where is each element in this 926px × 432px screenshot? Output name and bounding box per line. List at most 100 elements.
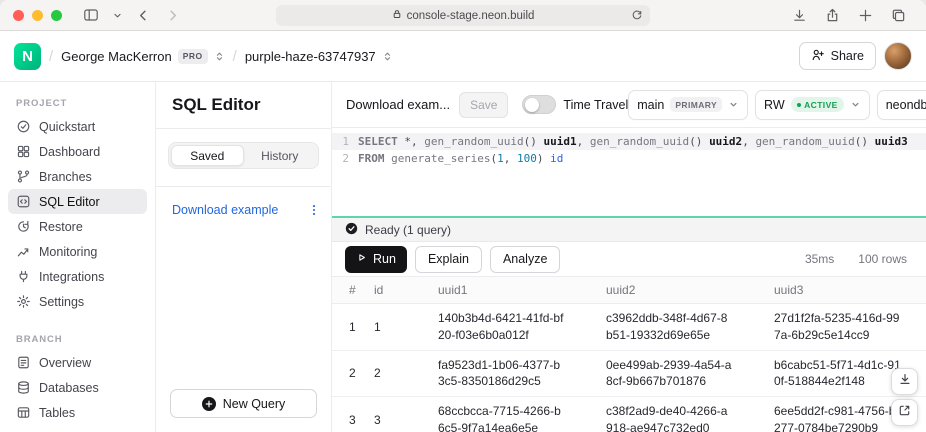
time-travel-toggle[interactable]	[522, 95, 556, 114]
sidebar-item-branches[interactable]: Branches	[8, 164, 147, 189]
page-title: SQL Editor	[156, 82, 331, 129]
chevron-down-icon	[850, 99, 861, 110]
chrome-actions	[785, 8, 913, 23]
chevron-down-icon[interactable]	[113, 11, 122, 20]
table-cell: 0ee499ab-2939-4a54-a8cf-9b667b701876	[598, 350, 766, 397]
overview-icon	[16, 355, 31, 370]
table-cell: 3	[332, 397, 366, 432]
sidebar-item-tables[interactable]: Tables	[8, 400, 147, 425]
sidebar-item-overview[interactable]: Overview	[8, 350, 147, 375]
table-cell: 3	[366, 397, 430, 432]
sql-code-editor[interactable]: 1SELECT *, gen_random_uuid() uuid1, gen_…	[332, 128, 926, 216]
sidebar-item-dashboard[interactable]: Dashboard	[8, 139, 147, 164]
code-line[interactable]: 2FROM generate_series(1, 100) id	[332, 150, 926, 167]
toggle-knob	[525, 98, 539, 112]
table-cell: 1	[366, 304, 430, 351]
tab-saved[interactable]: Saved	[171, 145, 244, 166]
project-switcher[interactable]: purple-haze-63747937	[245, 49, 393, 64]
browser-chrome: console-stage.neon.build	[0, 0, 926, 31]
browser-window: console-stage.neon.build N / George MacK…	[0, 0, 926, 432]
open-in-new-button[interactable]	[891, 399, 918, 426]
database-select[interactable]: neondb	[877, 90, 926, 120]
explain-button[interactable]: Explain	[415, 246, 482, 273]
saved-queries-list: Download example	[156, 187, 331, 389]
zoom-window-button[interactable]	[51, 10, 62, 21]
refresh-icon[interactable]	[631, 9, 643, 24]
lock-icon	[392, 9, 402, 22]
table-cell: 1	[332, 304, 366, 351]
databases-icon	[16, 380, 31, 395]
new-query-button[interactable]: New Query	[170, 389, 317, 418]
share-button[interactable]: Share	[799, 42, 876, 70]
code-text: SELECT *, gen_random_uuid() uuid1, gen_r…	[358, 133, 908, 150]
column-header--: #	[332, 277, 366, 304]
table-row: 22fa9523d1-1b06-4377-b3c5-8350186d29c50e…	[332, 350, 926, 397]
sidebar-item-restore[interactable]: Restore	[8, 214, 147, 239]
table-cell: c38f2ad9-de40-4266-a918-ae947c732ed0	[598, 397, 766, 432]
sidebar-toggle-icon[interactable]	[83, 7, 99, 23]
branch-select[interactable]: main PRIMARY	[628, 90, 748, 120]
context-selects: main PRIMARY RW ACTIVE neondb	[628, 90, 926, 120]
plus-icon[interactable]	[858, 8, 873, 23]
kebab-menu-icon[interactable]	[307, 203, 321, 217]
sidebar-item-databases[interactable]: Databases	[8, 375, 147, 400]
play-icon	[356, 252, 367, 266]
code-line[interactable]: 1SELECT *, gen_random_uuid() uuid1, gen_…	[332, 133, 926, 150]
column-header-id: id	[366, 277, 430, 304]
settings-icon	[16, 294, 31, 309]
forward-icon[interactable]	[165, 8, 180, 23]
address-bar[interactable]: console-stage.neon.build	[276, 5, 650, 26]
active-badge: ACTIVE	[791, 97, 844, 112]
sidebar-item-monitoring[interactable]: Monitoring	[8, 239, 147, 264]
dashboard-icon	[16, 144, 31, 159]
table-cell: 68ccbcca-7715-4266-b6c5-9f7a14ea6e5e	[430, 397, 598, 432]
line-number: 2	[332, 150, 358, 167]
back-icon[interactable]	[136, 8, 151, 23]
table-cell: 2	[332, 350, 366, 397]
status-bar: Ready (1 query)	[332, 218, 926, 242]
table-row: 11140b3b4d-6421-41fd-bf20-f03e6b0a012fc3…	[332, 304, 926, 351]
sidebar-item-roles[interactable]: Roles	[8, 425, 147, 432]
tab-history[interactable]: History	[244, 145, 317, 166]
sidebar-item-quickstart[interactable]: Quickstart	[8, 114, 147, 139]
status-dot	[797, 103, 801, 107]
sidebar-item-label: Branches	[39, 170, 92, 184]
save-button[interactable]: Save	[459, 92, 508, 118]
tabs-icon[interactable]	[891, 8, 906, 23]
open-in-new-icon	[898, 404, 911, 422]
saved-query-name: Download example	[172, 203, 278, 217]
sidebar-item-label: Dashboard	[39, 145, 100, 159]
results-table: #iduuid1uuid2uuid3 11140b3b4d-6421-41fd-…	[332, 277, 926, 432]
results-header-row: #iduuid1uuid2uuid3	[332, 277, 926, 304]
sidebar-item-sql-editor[interactable]: SQL Editor	[8, 189, 147, 214]
pro-badge: PRO	[178, 49, 208, 64]
avatar[interactable]	[884, 42, 912, 70]
org-name: George MacKerron	[61, 49, 172, 64]
app-body: PROJECTQuickstartDashboardBranchesSQL Ed…	[0, 82, 926, 432]
download-icon[interactable]	[792, 8, 807, 23]
download-results-button[interactable]	[891, 368, 918, 395]
sidebar-item-label: Monitoring	[39, 245, 97, 259]
table-cell: 2	[366, 350, 430, 397]
query-name[interactable]: Download exam...	[346, 97, 450, 112]
results-body: 11140b3b4d-6421-41fd-bf20-f03e6b0a012fc3…	[332, 304, 926, 432]
saved-query-item[interactable]: Download example	[156, 195, 331, 225]
address-url: console-stage.neon.build	[407, 10, 535, 22]
share-icon[interactable]	[825, 8, 840, 23]
sidebar-item-label: Integrations	[39, 270, 104, 284]
main-area: Download exam... Save Time Travel main P…	[332, 82, 926, 432]
saved-history-tabs: Saved History	[168, 142, 319, 169]
sidebar-item-label: Settings	[39, 295, 84, 309]
chevron-updown-icon	[382, 51, 393, 62]
primary-badge: PRIMARY	[670, 97, 722, 112]
neon-logo[interactable]: N	[14, 43, 41, 70]
close-window-button[interactable]	[13, 10, 24, 21]
download-icon	[898, 372, 912, 391]
org-switcher[interactable]: George MacKerron PRO	[61, 49, 224, 64]
compute-select[interactable]: RW ACTIVE	[755, 90, 870, 120]
minimize-window-button[interactable]	[32, 10, 43, 21]
analyze-button[interactable]: Analyze	[490, 246, 560, 273]
sidebar-item-integrations[interactable]: Integrations	[8, 264, 147, 289]
run-button[interactable]: Run	[345, 246, 407, 273]
sidebar-item-settings[interactable]: Settings	[8, 289, 147, 314]
